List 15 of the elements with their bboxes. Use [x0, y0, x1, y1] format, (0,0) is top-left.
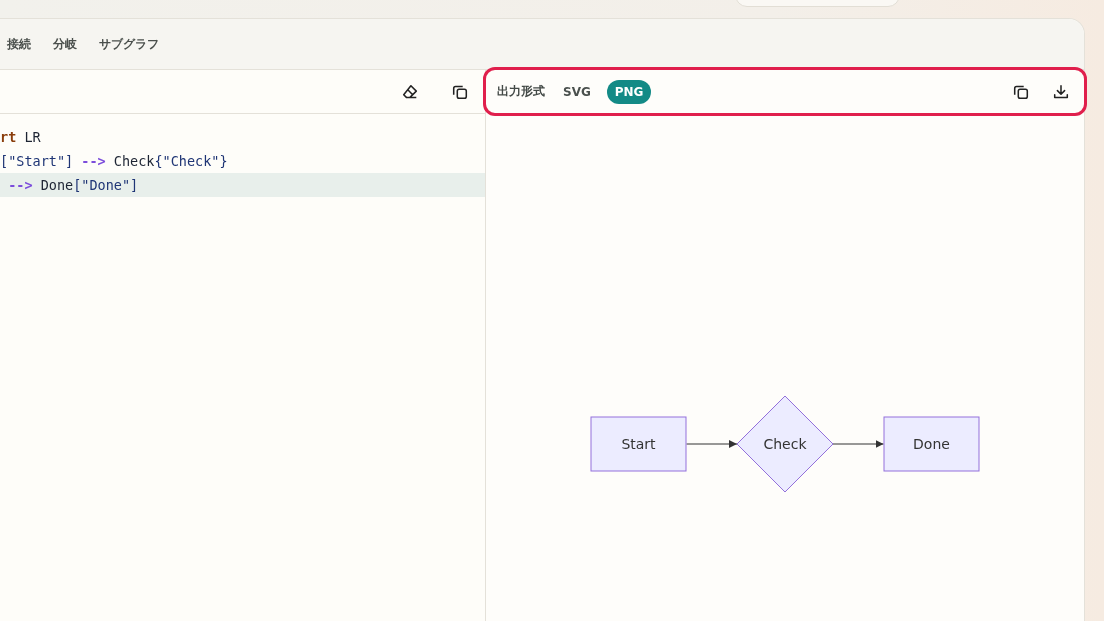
arrow	[686, 440, 738, 448]
node-label: Start	[621, 436, 656, 452]
arrow	[832, 440, 884, 448]
tab[interactable]: 分岐	[53, 35, 77, 53]
download-icon[interactable]	[1052, 82, 1070, 101]
code-line: ["Start"] --> Check{"Check"}	[0, 152, 229, 171]
node-label: Done	[913, 436, 950, 452]
output-format-label: 出力形式	[497, 83, 545, 100]
tab[interactable]: 接続	[7, 35, 31, 53]
code-line: rt LR	[0, 128, 42, 147]
format-option[interactable]: PNG	[606, 79, 652, 104]
eraser-icon[interactable]	[401, 82, 419, 101]
format-option[interactable]: SVG	[557, 80, 597, 103]
node-label: Check	[763, 436, 807, 452]
tab[interactable]: サブグラフ	[99, 35, 159, 53]
